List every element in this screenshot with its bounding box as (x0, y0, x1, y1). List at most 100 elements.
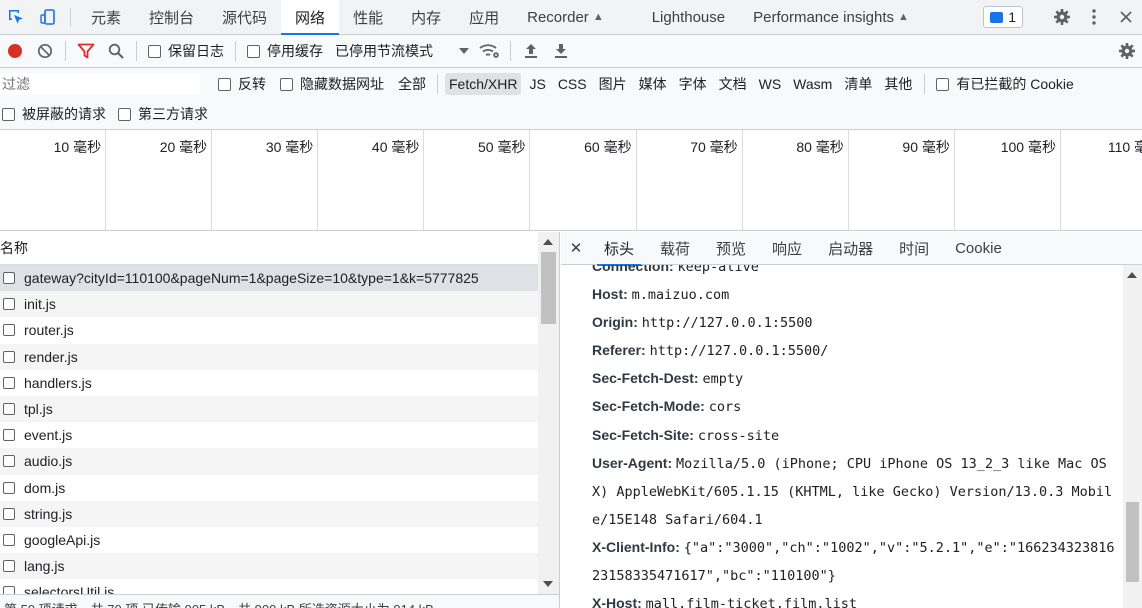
type-filter-item-0[interactable]: 全部 (394, 71, 430, 97)
detail-tab-item-3[interactable]: 响应 (759, 232, 815, 265)
experimental-flask-icon: ▲ (898, 11, 909, 23)
import-har-button[interactable] (516, 36, 546, 66)
disable-cache-checkbox[interactable]: 停用缓存 (247, 41, 323, 61)
throttling-select[interactable]: 已停用节流模式 (335, 41, 469, 61)
clear-button[interactable] (30, 36, 60, 66)
third-party-checkbox[interactable]: 第三方请求 (118, 104, 208, 124)
type-filter-item-5[interactable]: 媒体 (635, 71, 671, 97)
timeline-tick-label: 50 毫秒 (424, 130, 531, 230)
close-detail-icon[interactable]: ✕ (561, 239, 591, 257)
header-name: Origin: (592, 314, 638, 331)
header-value: keep-alive (677, 265, 759, 275)
scroll-up-arrow-icon[interactable] (543, 239, 553, 245)
blocked-cookies-label: 有已拦截的 Cookie (956, 76, 1074, 92)
hide-data-urls-checkbox[interactable]: 隐藏数据网址 (280, 74, 384, 94)
filter-toggle-button[interactable] (71, 36, 101, 66)
disable-cache-label: 停用缓存 (267, 43, 323, 59)
header-row: Sec-Fetch-Mode: cors (592, 393, 1122, 421)
tab-item-0[interactable]: 元素 (77, 0, 135, 34)
scroll-down-arrow-icon[interactable] (543, 581, 553, 587)
record-button[interactable] (0, 36, 30, 66)
checkbox-box[interactable] (218, 77, 231, 91)
type-filter-item-10[interactable]: 清单 (840, 71, 876, 97)
inspect-element-icon[interactable] (0, 0, 32, 34)
tab-item-1[interactable]: 控制台 (135, 0, 208, 34)
invert-checkbox[interactable]: 反转 (218, 74, 266, 94)
gear-icon (1119, 43, 1135, 59)
request-file-icon (3, 455, 15, 468)
type-filter-wasm[interactable]: Wasm (789, 73, 836, 95)
request-row[interactable]: tpl.js (0, 395, 538, 423)
tab-performance-insights[interactable]: Performance insights ▲ (739, 0, 923, 34)
detail-tab-item-2[interactable]: 预览 (703, 232, 759, 265)
request-row[interactable]: lang.js (0, 553, 538, 580)
detail-tab-item-4[interactable]: 启动器 (815, 232, 886, 265)
search-button[interactable] (101, 36, 131, 66)
type-filter-item-7[interactable]: 文档 (715, 71, 751, 97)
filter-input[interactable] (0, 73, 200, 95)
request-row[interactable]: router.js (0, 317, 538, 344)
detail-tab-cookie[interactable]: Cookie (942, 232, 1015, 265)
more-options-icon[interactable] (1078, 9, 1110, 25)
detail-scrollbar[interactable] (1123, 265, 1142, 608)
scrollbar-thumb[interactable] (541, 252, 556, 324)
tab-item-2[interactable]: 源代码 (208, 0, 281, 34)
tab-item-3[interactable]: 网络 (281, 0, 340, 35)
tab-lighthouse[interactable]: Lighthouse (638, 0, 739, 34)
timeline-tick-label: 90 毫秒 (849, 130, 955, 230)
checkbox-box[interactable] (2, 107, 15, 121)
request-row[interactable]: string.js (0, 500, 538, 527)
request-row[interactable]: render.js (0, 343, 538, 370)
request-row[interactable]: handlers.js (0, 369, 538, 396)
type-filter-item-11[interactable]: 其他 (880, 71, 916, 97)
close-devtools-icon[interactable] (1110, 11, 1142, 23)
request-row[interactable]: init.js (0, 291, 538, 318)
scroll-up-arrow-icon[interactable] (1127, 272, 1137, 278)
tab-item-6[interactable]: 应用 (455, 0, 513, 34)
blocked-requests-checkbox[interactable]: 被屏蔽的请求 (2, 104, 106, 124)
request-row[interactable]: dom.js (0, 474, 538, 501)
detail-tab-item-5[interactable]: 时间 (886, 232, 942, 265)
name-column-header[interactable]: 名称 (0, 232, 559, 265)
detail-tab-item-1[interactable]: 载荷 (647, 232, 703, 265)
request-name: event.js (24, 427, 73, 444)
checkbox-box[interactable] (247, 44, 260, 58)
settings-gear-icon[interactable] (1046, 8, 1078, 26)
timeline-overview[interactable]: 10 毫秒 20 毫秒 30 毫秒 40 毫秒 50 毫秒 60 毫秒 70 毫秒 80 毫秒… (0, 130, 1142, 231)
clear-icon (37, 43, 53, 59)
issues-badge[interactable]: 1 (983, 6, 1023, 28)
device-toolbar-icon[interactable] (32, 0, 64, 34)
tab-item-4[interactable]: 性能 (339, 0, 397, 34)
checkbox-box[interactable] (118, 107, 131, 121)
scrollbar-thumb[interactable] (1126, 502, 1139, 582)
type-filter-fetch-xhr[interactable]: Fetch/XHR (445, 73, 522, 95)
request-file-icon (3, 403, 15, 416)
tab-item-5[interactable]: 内存 (397, 0, 455, 34)
request-row[interactable]: gateway?cityId=110100&pageNum=1&pageSize… (0, 265, 538, 292)
checkbox-box[interactable] (936, 77, 950, 91)
request-row[interactable]: event.js (0, 422, 538, 449)
request-name: gateway?cityId=110100&pageNum=1&pageSize… (24, 270, 479, 287)
request-row[interactable]: audio.js (0, 448, 538, 475)
request-name: router.js (24, 322, 74, 339)
request-name: lang.js (24, 558, 65, 575)
request-list-scrollbar[interactable] (538, 232, 559, 594)
tab-label: 应用 (469, 9, 500, 27)
name-column-label: 名称 (0, 240, 28, 256)
request-row[interactable]: googleApi.js (0, 526, 538, 554)
detail-tab-item-0[interactable]: 标头 (591, 232, 647, 266)
preserve-log-checkbox[interactable]: 保留日志 (148, 41, 224, 61)
type-filter-css[interactable]: CSS (554, 73, 591, 95)
type-filter-item-4[interactable]: 图片 (595, 71, 631, 97)
checkbox-box[interactable] (280, 77, 293, 91)
blocked-cookies-checkbox[interactable]: 有已拦截的 Cookie (936, 74, 1074, 94)
export-har-button[interactable] (546, 36, 576, 66)
divider (65, 41, 66, 61)
type-filter-js[interactable]: JS (525, 73, 549, 95)
type-filter-ws[interactable]: WS (755, 73, 786, 95)
network-conditions-button[interactable] (475, 36, 505, 66)
tab-recorder[interactable]: Recorder ▲ (513, 0, 618, 34)
type-filter-item-6[interactable]: 字体 (675, 71, 711, 97)
network-settings-button[interactable] (1112, 36, 1142, 66)
checkbox-box[interactable] (148, 44, 161, 58)
